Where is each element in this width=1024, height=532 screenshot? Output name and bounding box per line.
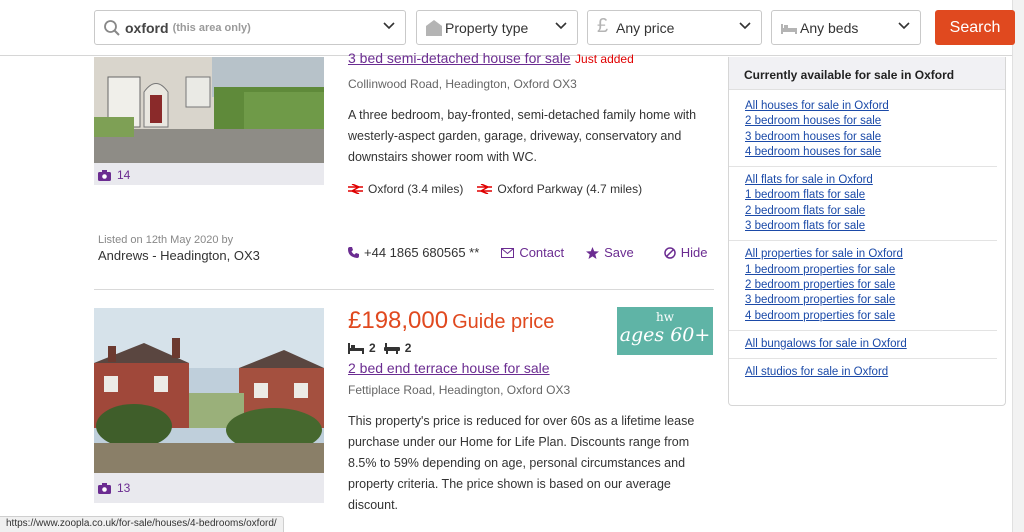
listing-details: 3 bed semi-detached house for sale Just … — [348, 49, 718, 196]
links-group-houses: All houses for sale in Oxford 2 bedroom … — [729, 90, 997, 168]
hide-label: Hide — [680, 245, 708, 260]
listing-divider — [94, 289, 714, 290]
panel-link[interactable]: All bungalows for sale in Oxford — [745, 337, 997, 352]
photo-count[interactable]: 14 — [98, 168, 130, 182]
national-rail-icon — [477, 184, 493, 194]
phone-label: +44 1865 680565 ** — [364, 245, 480, 260]
badge-main-text: ages 60+ — [619, 324, 711, 346]
agent-logo-badge[interactable]: hw ages 60+ — [617, 307, 713, 355]
listing-actions: +44 1865 680565 ** Contact Save Hide — [348, 245, 708, 260]
property-type-select[interactable]: Property type — [416, 10, 578, 45]
location-input[interactable]: oxford (this area only) — [94, 10, 406, 45]
save-button[interactable]: Save — [586, 245, 634, 260]
listing-photo[interactable]: 14 — [94, 57, 324, 185]
house-photo-image — [94, 308, 324, 473]
chevron-down-icon — [383, 22, 395, 30]
search-bar: oxford (this area only) Property type £ … — [0, 0, 1015, 56]
chevron-down-icon — [555, 22, 567, 30]
station-label: Oxford Parkway (4.7 miles) — [497, 182, 643, 196]
panel-link[interactable]: 1 bedroom flats for sale — [745, 188, 997, 203]
bath-icon — [383, 342, 400, 354]
panel-link[interactable]: All properties for sale in Oxford — [745, 247, 997, 262]
links-group-studios: All studios for sale in Oxford — [729, 359, 997, 386]
phone-number[interactable]: +44 1865 680565 ** — [348, 245, 479, 260]
panel-link[interactable]: 2 bedroom flats for sale — [745, 204, 997, 219]
links-group-bungalows: All bungalows for sale in Oxford — [729, 331, 997, 360]
bathrooms-value: 2 — [404, 341, 412, 355]
panel-link[interactable]: 2 bedroom houses for sale — [745, 114, 997, 129]
price-qualifier: Guide price — [452, 311, 555, 333]
panel-link[interactable]: All flats for sale in Oxford — [745, 173, 997, 188]
nearby-stations: Oxford (3.4 miles) Oxford Parkway (4.7 m… — [348, 182, 718, 196]
chevron-down-icon — [898, 22, 910, 30]
listing-card: 13 £198,000 Guide price 2 2 2 bed end te… — [94, 307, 714, 532]
search-button[interactable]: Search — [935, 10, 1015, 45]
listing-card: 14 3 bed semi-detached house for sale Ju… — [94, 50, 714, 289]
bedrooms-count: 2 — [348, 341, 376, 355]
panel-link[interactable]: 4 bedroom houses for sale — [745, 145, 997, 160]
panel-link[interactable]: All houses for sale in Oxford — [745, 99, 997, 114]
listing-description: This property's price is reduced for ove… — [348, 414, 695, 512]
save-label: Save — [604, 245, 634, 260]
camera-icon — [98, 482, 111, 494]
panel-link[interactable]: 1 bedroom properties for sale — [745, 263, 997, 278]
bed-icon — [781, 24, 797, 34]
bathrooms-count: 2 — [383, 341, 412, 355]
listing-address: Fettiplace Road, Headington, Oxford OX3 — [348, 383, 571, 397]
location-value: oxford — [125, 19, 169, 36]
photo-count-value: 14 — [117, 168, 131, 182]
price-label: Any price — [616, 19, 675, 36]
phone-icon — [348, 247, 359, 258]
house-photo-image — [94, 57, 324, 163]
panel-link[interactable]: All studios for sale in Oxford — [745, 365, 997, 380]
hide-button[interactable]: Hide — [664, 245, 708, 260]
links-group-flats: All flats for sale in Oxford 1 bedroom f… — [729, 167, 997, 242]
panel-link[interactable]: 3 bedroom houses for sale — [745, 130, 997, 145]
bed-icon — [348, 342, 364, 354]
station-label: Oxford (3.4 miles) — [368, 182, 464, 196]
chevron-down-icon — [739, 22, 751, 30]
prohibited-icon — [664, 246, 676, 259]
badge-top-text: hw — [656, 310, 674, 324]
beds-select[interactable]: Any beds — [771, 10, 921, 45]
listed-on-text: Listed on 12th May 2020 by — [98, 234, 234, 246]
search-icon — [104, 20, 120, 36]
agent-name[interactable]: Andrews - Headington, OX3 — [98, 248, 260, 263]
national-rail-icon — [348, 184, 363, 194]
panel-link[interactable]: 3 bedroom flats for sale — [745, 219, 997, 234]
pound-icon: £ — [597, 15, 609, 37]
price-value: £198,000 — [348, 307, 449, 334]
links-group-properties: All properties for sale in Oxford 1 bedr… — [729, 241, 997, 331]
beds-label: Any beds — [800, 19, 859, 36]
status-bar-url: https://www.zoopla.co.uk/for-sale/houses… — [0, 516, 284, 532]
property-type-label: Property type — [445, 19, 529, 36]
location-hint: (this area only) — [172, 21, 251, 34]
camera-icon — [98, 169, 111, 181]
photo-count[interactable]: 13 — [98, 481, 130, 495]
panel-heading: Currently available for sale in Oxford — [729, 57, 1005, 90]
listing-title-link[interactable]: 3 bed semi-detached house for sale — [348, 50, 571, 66]
panel-link[interactable]: 2 bedroom properties for sale — [745, 278, 997, 293]
price-select[interactable]: £ Any price — [587, 10, 762, 45]
panel-link[interactable]: 3 bedroom properties for sale — [745, 293, 997, 308]
panel-link[interactable]: 4 bedroom properties for sale — [745, 309, 997, 324]
listing-description: A three bedroom, bay-fronted, semi-detac… — [348, 108, 697, 164]
sale-links-panel: Currently available for sale in Oxford A… — [728, 57, 1006, 406]
station-item: Oxford (3.4 miles) — [348, 182, 463, 196]
page-scrollbar[interactable] — [1012, 0, 1024, 532]
station-item: Oxford Parkway (4.7 miles) — [477, 182, 642, 196]
contact-button[interactable]: Contact — [501, 245, 564, 260]
envelope-icon — [501, 247, 515, 258]
listing-address: Collinwood Road, Headington, Oxford OX3 — [348, 77, 577, 91]
just-added-badge: Just added — [575, 52, 634, 66]
bedrooms-value: 2 — [369, 341, 376, 355]
star-icon — [586, 246, 600, 259]
listing-title-link[interactable]: 2 bed end terrace house for sale — [348, 360, 550, 376]
photo-count-value: 13 — [117, 481, 131, 495]
listing-photo[interactable]: 13 — [94, 308, 324, 503]
contact-label: Contact — [519, 245, 565, 260]
house-icon — [426, 20, 442, 36]
